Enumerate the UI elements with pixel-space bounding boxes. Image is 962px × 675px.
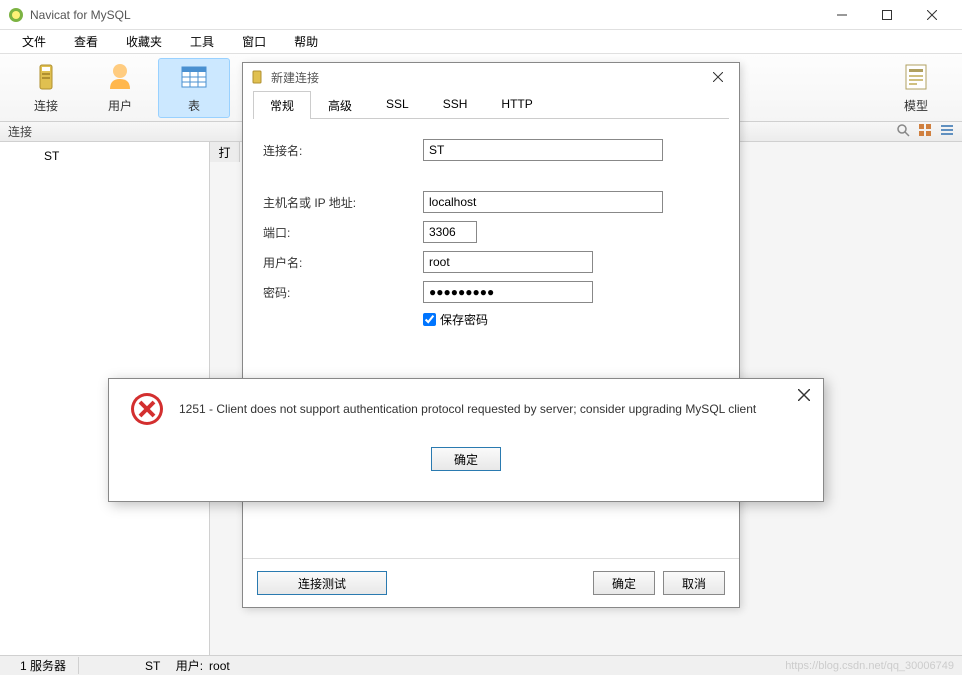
menu-tools[interactable]: 工具 — [176, 30, 228, 53]
tree-item-st[interactable]: ST — [4, 146, 205, 166]
toolbar-connection[interactable]: 连接 — [10, 58, 82, 118]
tab-ssl[interactable]: SSL — [369, 91, 426, 119]
connection-icon — [30, 61, 62, 93]
host-label: 主机名或 IP 地址: — [263, 194, 423, 211]
tree-item-label: ST — [44, 149, 59, 163]
toolbar-label: 连接 — [34, 97, 58, 114]
window-titlebar: Navicat for MySQL — [0, 0, 962, 30]
username-input[interactable] — [423, 251, 593, 273]
statusbar: 1 服务器 ST 用户: root https://blog.csdn.net/… — [0, 655, 962, 675]
dialog-tabs: 常规 高级 SSL SSH HTTP — [253, 91, 729, 119]
username-label: 用户名: — [263, 254, 423, 271]
tab-advanced[interactable]: 高级 — [311, 91, 369, 119]
tab-ssh[interactable]: SSH — [426, 91, 485, 119]
connection-form: 连接名: 主机名或 IP 地址: 端口: 用户名: 密码: 保存密码 — [243, 119, 739, 338]
toolbar-label: 表 — [188, 97, 200, 114]
tab-http[interactable]: HTTP — [484, 91, 549, 119]
test-connection-button[interactable]: 连接测试 — [257, 571, 387, 595]
toolbar-table[interactable]: 表 — [158, 58, 230, 118]
dialog-close-button[interactable] — [703, 65, 733, 89]
toolbar-user[interactable]: 用户 — [84, 58, 156, 118]
password-label: 密码: — [263, 284, 423, 301]
tab-general[interactable]: 常规 — [253, 91, 311, 119]
connection-icon — [249, 69, 265, 85]
toolbar-model[interactable]: 模型 — [880, 58, 952, 118]
app-icon — [8, 7, 24, 23]
model-icon — [900, 61, 932, 93]
toolbar-label: 模型 — [904, 97, 928, 114]
save-password-label: 保存密码 — [440, 311, 488, 328]
watermark: https://blog.csdn.net/qq_30006749 — [785, 660, 954, 672]
toolbar-label: 用户 — [108, 97, 132, 114]
connection-name-label: 连接名: — [263, 142, 423, 159]
maximize-button[interactable] — [864, 1, 909, 29]
dialog-titlebar[interactable]: 新建连接 — [243, 63, 739, 91]
save-password-checkbox[interactable] — [423, 313, 436, 326]
password-input[interactable] — [423, 281, 593, 303]
error-message: 1251 - Client does not support authentic… — [179, 402, 756, 416]
error-ok-button[interactable]: 确定 — [431, 447, 501, 471]
error-dialog: 1251 - Client does not support authentic… — [108, 378, 824, 502]
menu-file[interactable]: 文件 — [8, 30, 60, 53]
menubar: 文件 查看 收藏夹 工具 窗口 帮助 — [0, 30, 962, 54]
error-close-button[interactable] — [789, 383, 819, 407]
list-icon[interactable] — [940, 123, 954, 140]
cancel-button[interactable]: 取消 — [663, 571, 725, 595]
menu-favorites[interactable]: 收藏夹 — [112, 30, 176, 53]
user-icon — [104, 61, 136, 93]
menu-window[interactable]: 窗口 — [228, 30, 280, 53]
database-icon — [24, 149, 38, 163]
dialog-title: 新建连接 — [271, 69, 703, 86]
window-title: Navicat for MySQL — [30, 8, 819, 22]
search-icon[interactable] — [896, 123, 910, 140]
status-user-label: 用户: — [176, 657, 203, 674]
error-icon — [129, 391, 165, 427]
port-input[interactable] — [423, 221, 477, 243]
status-user-value: root — [209, 659, 230, 673]
host-input[interactable] — [423, 191, 663, 213]
table-icon — [178, 61, 210, 93]
port-label: 端口: — [263, 224, 423, 241]
panel-title: 连接 — [8, 123, 32, 140]
menu-help[interactable]: 帮助 — [280, 30, 332, 53]
ok-button[interactable]: 确定 — [593, 571, 655, 595]
connection-name-input[interactable] — [423, 139, 663, 161]
status-servers: 1 服务器 — [8, 657, 79, 674]
new-connection-dialog: 新建连接 常规 高级 SSL SSH HTTP 连接名: 主机名或 IP 地址:… — [242, 62, 740, 608]
status-db: ST — [145, 659, 160, 673]
menu-view[interactable]: 查看 — [60, 30, 112, 53]
minimize-button[interactable] — [819, 1, 864, 29]
content-tab-strip[interactable]: 打 — [210, 142, 240, 162]
close-button[interactable] — [909, 1, 954, 29]
connections-panel-header: 连接 — [0, 122, 210, 142]
grid-icon[interactable] — [918, 123, 932, 140]
